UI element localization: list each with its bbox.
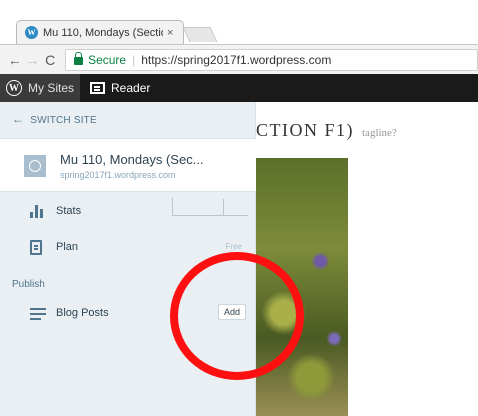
plan-label: Plan [56,241,79,253]
back-arrow-icon[interactable]: ← [6,52,24,68]
blog-posts-icon [30,308,46,320]
my-sites-label: My Sites [28,81,75,95]
site-title-text: CTION F1) [256,120,354,140]
secure-label: Secure [88,52,127,67]
tab-title: Mu 110, Mondays (Sectio [43,26,163,39]
back-arrow-icon: ← [12,112,25,126]
site-tagline: tagline? [362,127,397,139]
plan-clipboard-icon [30,240,42,255]
wordpress-favicon-icon: W [25,26,38,39]
forward-arrow-icon[interactable]: → [24,52,42,68]
address-bar[interactable]: Secure | https://spring2017f1.wordpress.… [65,48,478,71]
my-sites-button[interactable]: W My Sites [0,74,81,102]
reader-button[interactable]: Reader [84,74,156,102]
tab-close-icon[interactable]: × [167,27,173,39]
site-url: spring2017f1.wordpress.com [60,170,176,180]
browser-tab[interactable]: W Mu 110, Mondays (Sectio × [16,20,184,44]
wp-masterbar: W My Sites Reader [0,74,478,102]
reader-label: Reader [111,81,151,95]
publish-section-header: Publish [12,279,45,290]
browser-toolbar: ← → C Secure | https://spring2017f1.word… [0,44,478,74]
sidebar-item-stats[interactable]: Stats [0,198,256,226]
new-tab-button[interactable] [182,27,218,42]
url-text: https://spring2017f1.wordpress.com [141,52,332,67]
site-name: Mu 110, Mondays (Sec... [60,152,204,167]
stats-bar-chart-icon [30,204,44,218]
wordpress-logo-icon: W [6,80,22,96]
blog-posts-label: Blog Posts [56,307,109,319]
stats-sparkline [172,198,248,216]
current-site-card[interactable]: Mu 110, Mondays (Sec... spring2017f1.wor… [0,138,256,192]
site-title: CTION F1) tagline? [256,120,397,141]
switch-site-link[interactable]: ← SWITCH SITE [12,112,97,126]
annotation-circle [170,252,304,380]
switch-site-label: SWITCH SITE [30,115,97,126]
reload-icon[interactable]: C [41,52,59,68]
site-globe-icon [24,155,46,177]
lock-icon [74,51,84,65]
site-preview: CTION F1) tagline? [256,102,478,416]
browser-tabstrip: W Mu 110, Mondays (Sectio × [0,0,478,44]
reader-icon [90,82,106,94]
stats-label: Stats [56,205,82,217]
address-separator: | [132,52,136,67]
plan-badge: Free [225,242,242,251]
